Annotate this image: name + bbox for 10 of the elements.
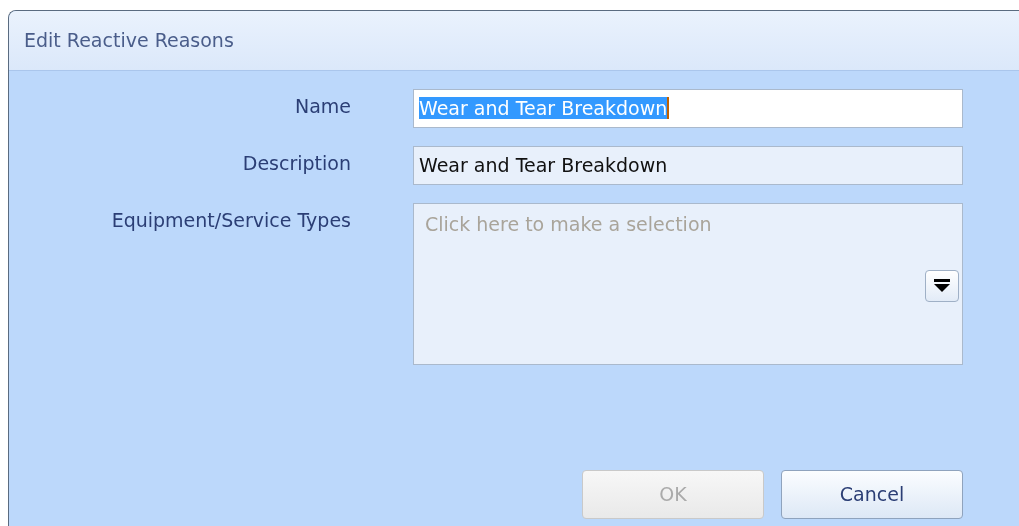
dropdown-button[interactable]: [925, 270, 959, 302]
selection-field[interactable]: Click here to make a selection: [413, 203, 963, 365]
dialog-button[interactable]: Cancel: [781, 470, 963, 519]
text-field[interactable]: Wear and Tear Breakdown: [413, 89, 963, 128]
field-label: Name: [293, 94, 351, 119]
field-label: Description: [241, 151, 351, 176]
window-title: Edit Reactive Reasons: [24, 28, 234, 54]
field-label: Equipment/Service Types: [110, 208, 351, 233]
text-field[interactable]: Wear and Tear Breakdown: [413, 146, 963, 185]
dropdown-icon: [934, 279, 950, 293]
